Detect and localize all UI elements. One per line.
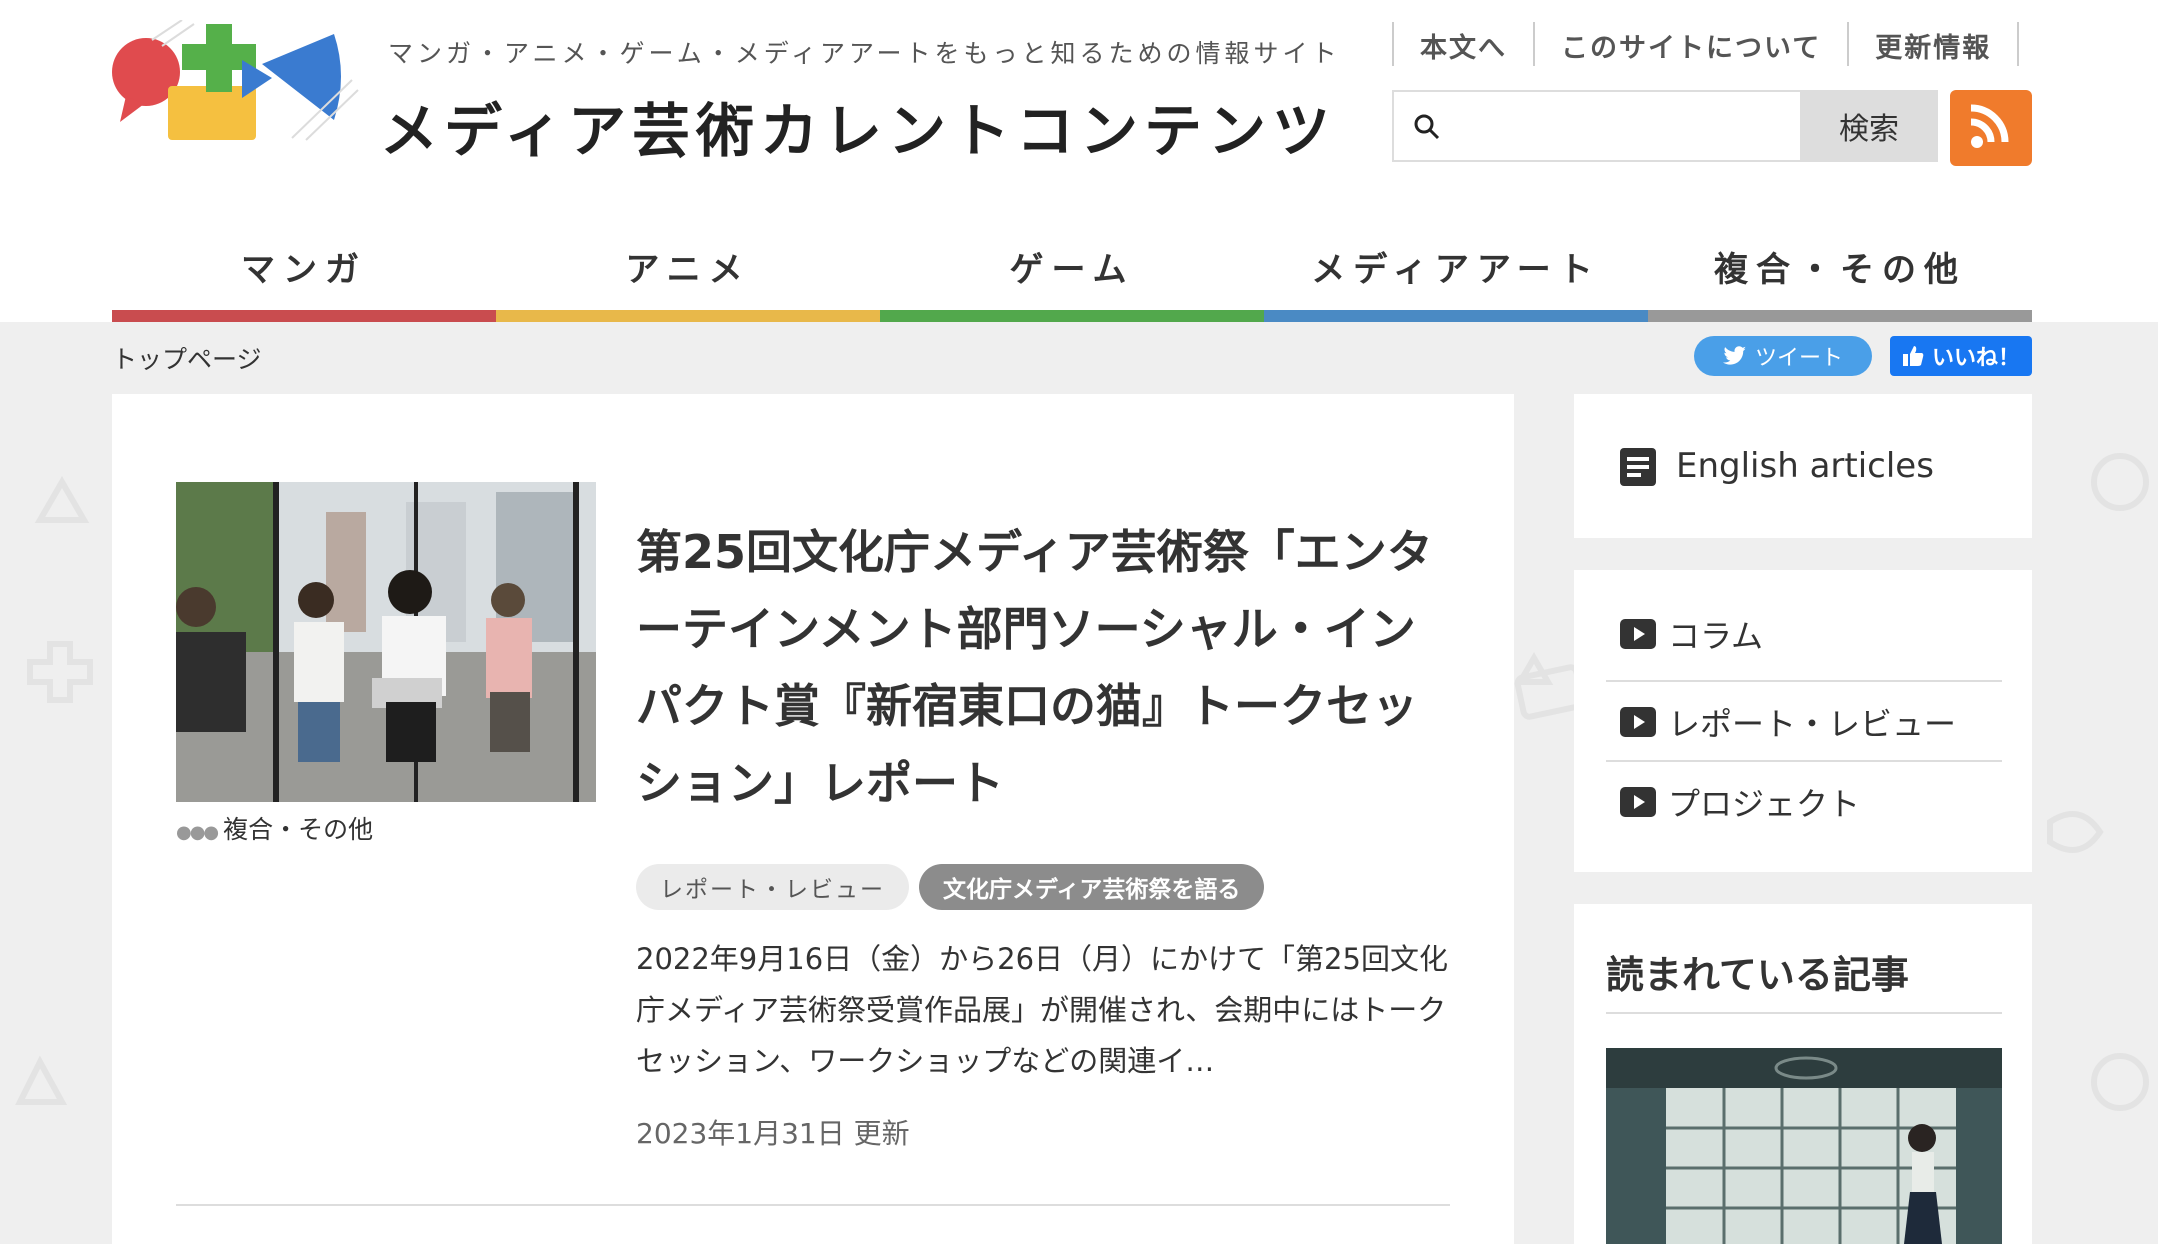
sidebar-item-label: レポート・レビュー [1668,705,1957,743]
like-label: いいね！ [1931,346,2020,371]
popular-articles-card: 読まれている記事 [1574,904,2032,1244]
site-tagline: マンガ・アニメ・ゲーム・メディアアートをもっと知るための情報サイト [388,39,1341,68]
nav-game-bar [880,310,1264,322]
search-button[interactable]: 検索 [1800,90,1938,162]
sidebar-item-label: プロジェクト [1668,785,1861,823]
tag-media-arts-festival[interactable]: 文化庁メディア芸術祭を語る [919,864,1265,910]
article-card: ●●● 複合・その他 第25回文化庁メディア芸術祭「エンターテインメント部門ソーシ… [112,394,1514,1244]
play-icon [1620,707,1656,737]
article-date: 2023年1月31日 更新 [636,1117,910,1150]
tag-report-review[interactable]: レポート・レビュー [636,864,909,910]
search-icon [1414,114,1440,140]
site-title[interactable]: メディア芸術カレントコンテンツ [380,84,1336,168]
article-tags: レポート・レビュー 文化庁メディア芸術祭を語る [636,864,1265,910]
article-category-label: 複合・その他 [223,815,374,844]
sidebar-item-label: コラム [1668,617,1764,655]
anime-room-image [1606,1048,2002,1244]
like-button[interactable]: いいね！ [1890,336,2032,376]
article-excerpt: 2022年9月16日（金）から26日（月）にかけて「第25回文化庁メディア芸術祭… [636,942,1448,1078]
util-link-skip-to-content[interactable]: 本文へ [1392,22,1533,66]
nav-other[interactable]: 複合・その他 [1648,222,2032,322]
nav-manga[interactable]: マンガ [112,222,496,322]
sidebar-item-project[interactable]: プロジェクト [1606,762,2002,842]
nav-media-art[interactable]: メディアアート [1264,222,1648,322]
talk-session-photo [176,482,596,802]
nav-manga-label: マンガ [241,250,367,290]
util-link-updates[interactable]: 更新情報 [1847,22,2020,66]
category-list-card: コラム レポート・レビュー プロジェクト [1574,570,2032,872]
play-icon [1620,619,1656,649]
dots-icon: ●●● [176,822,219,843]
nav-media-art-bar [1264,310,1648,322]
breadcrumb[interactable]: トップページ [112,340,262,376]
main-nav: マンガ アニメ ゲーム メディアアート 複合・その他 [112,222,2032,322]
nav-game[interactable]: ゲーム [880,222,1264,322]
document-icon [1620,448,1656,486]
popular-divider [1606,1012,2002,1014]
util-link-about[interactable]: このサイトについて [1533,22,1847,66]
thumbs-up-icon [1902,346,1924,366]
article-thumbnail[interactable] [176,482,596,802]
sidebar-item-report-review[interactable]: レポート・レビュー [1606,682,2002,762]
play-icon [1620,787,1656,817]
nav-other-label: 複合・その他 [1714,250,1966,290]
nav-manga-bar [112,310,496,322]
tweet-button[interactable]: ツイート [1694,336,1872,376]
article-title[interactable]: 第25回文化庁メディア芸術祭「エンターテインメント部門ソーシャル・インパクト賞『… [636,514,1456,822]
nav-other-bar [1648,310,2032,322]
search-input[interactable] [1452,96,1752,156]
sidebar-item-column[interactable]: コラム [1606,594,2002,674]
popular-articles-title: 読まれている記事 [1606,953,1909,997]
site-logo[interactable] [112,20,362,150]
popular-article-thumbnail[interactable] [1606,1048,2002,1244]
rss-button[interactable] [1950,90,2032,166]
nav-anime-bar [496,310,880,322]
english-articles-label: English articles [1676,446,1934,486]
utility-nav: 本文へ このサイトについて 更新情報 [1392,22,2020,66]
nav-anime-label: アニメ [625,250,751,290]
nav-anime[interactable]: アニメ [496,222,880,322]
card-divider [176,1204,1450,1206]
site-header: マンガ・アニメ・ゲーム・メディアアートをもっと知るための情報サイト メディア芸術… [0,0,2158,322]
tweet-label: ツイート [1754,346,1843,371]
english-articles-card[interactable]: English articles [1574,394,2032,538]
nav-media-art-label: メディアアート [1311,250,1601,290]
nav-game-label: ゲーム [1009,250,1135,290]
article-category[interactable]: ●●● 複合・その他 [176,810,373,846]
twitter-bird-icon [1722,346,1746,365]
rss-icon [1970,104,2009,148]
